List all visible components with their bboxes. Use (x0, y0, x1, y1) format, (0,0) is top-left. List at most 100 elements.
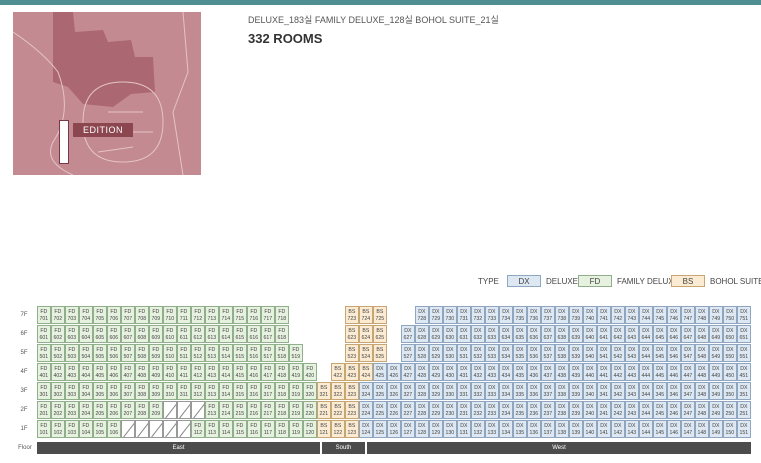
room-cell[interactable]: BS 424 (359, 363, 373, 381)
room-cell[interactable]: FD 219 (289, 401, 303, 419)
room-cell[interactable]: DX 339 (569, 382, 583, 400)
room-cell[interactable]: FD 404 (79, 363, 93, 381)
room-cell[interactable]: DX 143 (625, 420, 639, 438)
room-cell[interactable]: DX 335 (513, 382, 527, 400)
room-cell[interactable]: DX 637 (541, 325, 555, 343)
room-cell[interactable]: FD 517 (261, 344, 275, 362)
room-cell[interactable]: DX 340 (583, 382, 597, 400)
room-cell[interactable]: DX 427 (401, 363, 415, 381)
room-cell[interactable]: BS 423 (345, 363, 359, 381)
room-cell[interactable]: FD 502 (51, 344, 65, 362)
room-cell[interactable]: DX 444 (639, 363, 653, 381)
room-cell[interactable]: BS 525 (373, 344, 387, 362)
room-cell[interactable]: FD 310 (163, 382, 177, 400)
room-cell[interactable]: DX 247 (681, 401, 695, 419)
room-cell[interactable]: FD 215 (233, 401, 247, 419)
room-cell[interactable]: FD 415 (233, 363, 247, 381)
room-cell[interactable]: DX 534 (499, 344, 513, 362)
room-cell[interactable]: DX 132 (471, 420, 485, 438)
room-cell[interactable]: FD 311 (177, 382, 191, 400)
room-cell[interactable]: DX 236 (527, 401, 541, 419)
room-cell[interactable]: DX 734 (499, 306, 513, 324)
room-cell[interactable]: FD 204 (79, 401, 93, 419)
room-cell[interactable]: FD 314 (219, 382, 233, 400)
room-cell[interactable]: DX 548 (695, 344, 709, 362)
room-cell[interactable]: DX 535 (513, 344, 527, 362)
room-cell[interactable]: DX 749 (709, 306, 723, 324)
room-cell[interactable]: BS 623 (345, 325, 359, 343)
room-cell[interactable]: DX 451 (737, 363, 751, 381)
room-cell[interactable]: DX 735 (513, 306, 527, 324)
room-cell[interactable]: DX 151 (737, 420, 751, 438)
room-cell[interactable]: BS 624 (359, 325, 373, 343)
room-cell[interactable]: DX 527 (401, 344, 415, 362)
room-cell[interactable]: DX 634 (499, 325, 513, 343)
room-cell[interactable]: FD 317 (261, 382, 275, 400)
room-cell[interactable]: DX 530 (443, 344, 457, 362)
room-cell[interactable]: DX 738 (555, 306, 569, 324)
room-cell[interactable]: FD 115 (233, 420, 247, 438)
room-cell[interactable]: FD 518 (275, 344, 289, 362)
room-cell[interactable]: DX 540 (583, 344, 597, 362)
room-cell[interactable]: DX 149 (709, 420, 723, 438)
room-cell[interactable]: FD 418 (275, 363, 289, 381)
room-cell[interactable]: FD 516 (247, 344, 261, 362)
room-cell[interactable]: DX 533 (485, 344, 499, 362)
room-cell[interactable]: BS 625 (373, 325, 387, 343)
room-cell[interactable]: FD 617 (261, 325, 275, 343)
room-cell[interactable]: DX 633 (485, 325, 499, 343)
room-cell[interactable]: DX 337 (541, 382, 555, 400)
room-cell[interactable]: DX 230 (443, 401, 457, 419)
room-cell[interactable]: DX 450 (723, 363, 737, 381)
room-cell[interactable]: DX 228 (415, 401, 429, 419)
room-cell[interactable]: DX 729 (429, 306, 443, 324)
room-cell[interactable]: FD 409 (149, 363, 163, 381)
room-cell[interactable]: BS 524 (359, 344, 373, 362)
room-cell[interactable]: DX 349 (709, 382, 723, 400)
room-cell[interactable]: FD 419 (289, 363, 303, 381)
room-cell[interactable]: DX 644 (639, 325, 653, 343)
room-cell[interactable]: FD 205 (93, 401, 107, 419)
room-cell[interactable]: DX 635 (513, 325, 527, 343)
room-cell[interactable]: DX 550 (723, 344, 737, 362)
room-cell[interactable]: DX 748 (695, 306, 709, 324)
room-cell[interactable]: DX 651 (737, 325, 751, 343)
room-cell[interactable]: DX 630 (443, 325, 457, 343)
room-cell[interactable]: FD 208 (135, 401, 149, 419)
room-cell[interactable]: DX 642 (611, 325, 625, 343)
room-cell[interactable]: FD 605 (93, 325, 107, 343)
room-cell[interactable]: FD 602 (51, 325, 65, 343)
room-cell[interactable]: DX 250 (723, 401, 737, 419)
room-cell[interactable]: DX 537 (541, 344, 555, 362)
room-cell[interactable]: DX 232 (471, 401, 485, 419)
room-cell[interactable]: DX 245 (653, 401, 667, 419)
room-cell[interactable]: FD 114 (219, 420, 233, 438)
room-cell[interactable]: FD 706 (107, 306, 121, 324)
room-cell[interactable]: DX 428 (415, 363, 429, 381)
room-cell[interactable]: DX 248 (695, 401, 709, 419)
room-cell[interactable]: FD 611 (177, 325, 191, 343)
room-cell[interactable]: DX 636 (527, 325, 541, 343)
room-cell[interactable]: DX 445 (653, 363, 667, 381)
room-cell[interactable]: DX 640 (583, 325, 597, 343)
room-cell[interactable]: DX 649 (709, 325, 723, 343)
room-cell[interactable]: DX 145 (653, 420, 667, 438)
room-cell[interactable]: DX 431 (457, 363, 471, 381)
room-cell[interactable]: FD 201 (37, 401, 51, 419)
room-cell[interactable]: DX 429 (429, 363, 443, 381)
room-cell[interactable]: DX 127 (401, 420, 415, 438)
room-cell[interactable]: FD 716 (247, 306, 261, 324)
room-cell[interactable]: DX 231 (457, 401, 471, 419)
room-cell[interactable]: FD 206 (107, 401, 121, 419)
room-cell[interactable]: DX 325 (373, 382, 387, 400)
room-cell[interactable]: DX 732 (471, 306, 485, 324)
room-cell[interactable]: FD 316 (247, 382, 261, 400)
room-cell[interactable]: DX 745 (653, 306, 667, 324)
room-cell[interactable]: DX 438 (555, 363, 569, 381)
room-cell[interactable]: FD 309 (149, 382, 163, 400)
room-cell[interactable]: DX 336 (527, 382, 541, 400)
room-cell[interactable]: BS 321 (317, 382, 331, 400)
room-cell[interactable]: FD 105 (93, 420, 107, 438)
room-cell[interactable]: FD 616 (247, 325, 261, 343)
room-cell[interactable]: FD 220 (303, 401, 317, 419)
